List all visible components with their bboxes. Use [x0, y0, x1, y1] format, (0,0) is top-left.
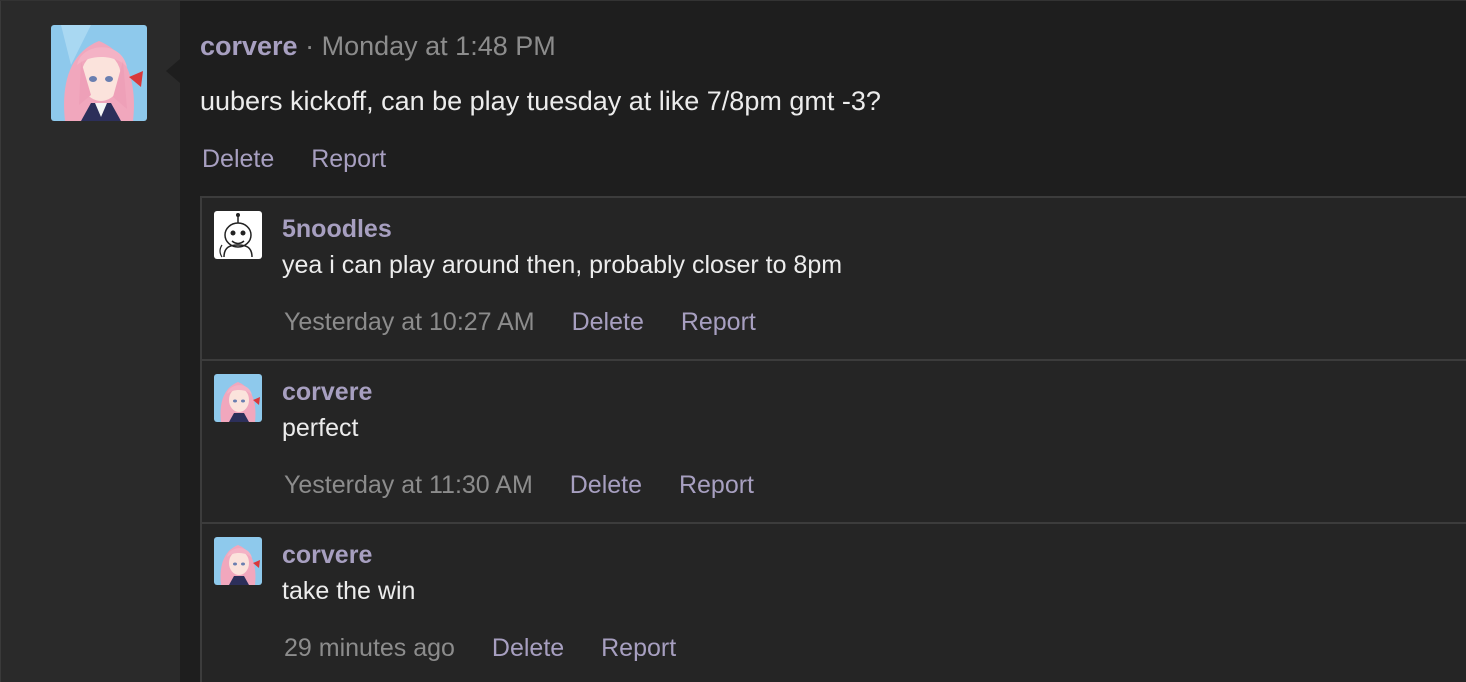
- post-body: uubers kickoff, can be play tuesday at l…: [200, 86, 881, 116]
- post-actions: Delete Report: [202, 143, 416, 175]
- post-delete-link[interactable]: Delete: [202, 145, 274, 173]
- comment-meta: Yesterday at 10:27 AM Delete Report: [284, 306, 786, 338]
- comment-meta: Yesterday at 11:30 AM Delete Report: [284, 469, 784, 501]
- comment-report-link[interactable]: Report: [679, 471, 754, 499]
- comment-username-link[interactable]: 5noodles: [282, 215, 392, 243]
- comment-header: 5noodles: [282, 213, 392, 245]
- post-author-avatar[interactable]: [51, 25, 147, 121]
- comment-username-link[interactable]: corvere: [282, 541, 372, 569]
- comment-list: 5noodles yea i can play around then, pro…: [200, 196, 1466, 682]
- comment-username-link[interactable]: corvere: [282, 378, 372, 406]
- profile-post: corvere · Monday at 1:48 PM uubers kicko…: [180, 1, 1466, 682]
- comment-author-avatar[interactable]: [214, 211, 262, 259]
- comment-author-avatar[interactable]: [214, 374, 262, 422]
- speech-pointer: [166, 59, 180, 83]
- comment-timestamp[interactable]: 29 minutes ago: [284, 634, 455, 662]
- post-report-link[interactable]: Report: [311, 145, 386, 173]
- anime-girl-avatar-icon: [214, 374, 262, 422]
- comment-text: yea i can play around then, probably clo…: [282, 251, 843, 279]
- comment-report-link[interactable]: Report: [681, 308, 756, 336]
- post-username-link[interactable]: corvere: [200, 31, 298, 61]
- comment-report-link[interactable]: Report: [601, 634, 676, 662]
- comment-delete-link[interactable]: Delete: [570, 471, 642, 499]
- comment-text: take the win: [282, 577, 416, 605]
- comment-item: corvere perfect Yesterday at 11:30 AM De…: [202, 361, 1466, 524]
- cartoon-bird-avatar-icon: [214, 211, 262, 259]
- comment-header: corvere: [282, 539, 372, 571]
- comment-item: 5noodles yea i can play around then, pro…: [202, 198, 1466, 361]
- comment-timestamp[interactable]: Yesterday at 11:30 AM: [284, 471, 533, 499]
- post-header: corvere · Monday at 1:48 PM: [200, 29, 556, 63]
- comment-text: perfect: [282, 414, 359, 442]
- comment-timestamp[interactable]: Yesterday at 10:27 AM: [284, 308, 535, 336]
- post-timestamp[interactable]: Monday at 1:48 PM: [322, 31, 556, 61]
- post-avatar-column: [0, 1, 180, 682]
- comment-delete-link[interactable]: Delete: [572, 308, 644, 336]
- comment-item: corvere take the win 29 minutes ago Dele…: [202, 524, 1466, 682]
- anime-girl-avatar-icon: [214, 537, 262, 585]
- profile-post-page: corvere · Monday at 1:48 PM uubers kicko…: [0, 0, 1466, 682]
- anime-girl-avatar-icon: [51, 25, 147, 121]
- header-separator: ·: [305, 31, 315, 61]
- comment-delete-link[interactable]: Delete: [492, 634, 564, 662]
- comment-meta: 29 minutes ago Delete Report: [284, 632, 706, 664]
- comment-author-avatar[interactable]: [214, 537, 262, 585]
- comment-header: corvere: [282, 376, 372, 408]
